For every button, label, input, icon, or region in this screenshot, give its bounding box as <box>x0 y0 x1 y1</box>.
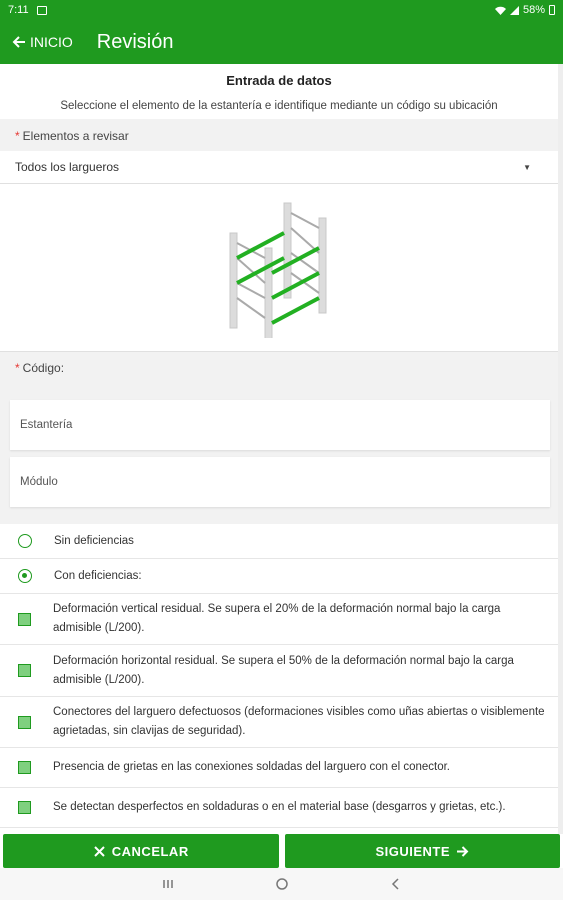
radio-with-deficiencies[interactable]: Con deficiencias: <box>0 559 558 594</box>
module-input[interactable]: Módulo <box>10 457 550 507</box>
radio-on-icon <box>18 569 32 583</box>
checkbox-icon <box>18 761 31 774</box>
checkbox-item[interactable]: Se detectan desperfectos en soldaduras o… <box>0 788 558 828</box>
rack-beam-image <box>229 202 327 338</box>
next-button[interactable]: SIGUIENTE <box>284 834 560 868</box>
cancel-button[interactable]: CANCELAR <box>3 834 279 868</box>
form-header: Entrada de datos Seleccione el elemento … <box>0 64 558 119</box>
battery-icon <box>549 5 555 15</box>
home-icon[interactable] <box>275 877 289 891</box>
wifi-icon <box>494 6 506 15</box>
elements-dropdown[interactable]: Todos los largueros ▼ <box>0 151 558 184</box>
close-icon <box>94 845 105 857</box>
dropdown-arrow-icon: ▼ <box>523 162 531 172</box>
checkbox-item[interactable]: Deformación vertical residual. Se supera… <box>0 594 558 645</box>
checkbox-label: Presencia de grietas en las conexiones s… <box>53 761 450 773</box>
elements-selected: Todos los largueros <box>15 160 120 174</box>
code-label: * Código: <box>0 352 558 382</box>
back-button[interactable]: INICIO <box>0 34 73 50</box>
status-time: 7:11 <box>8 4 29 16</box>
checkbox-label: Se detectan desperfectos en soldaduras o… <box>53 801 506 813</box>
checkbox-icon <box>18 715 31 729</box>
signal-icon <box>509 5 519 15</box>
radio-no-deficiencies[interactable]: Sin deficiencias <box>0 524 558 559</box>
checkbox-label: Conectores del larguero defectuosos (def… <box>53 706 545 737</box>
page-title: Revisión <box>96 30 174 53</box>
radio-label: Con deficiencias: <box>54 570 142 582</box>
recents-icon[interactable] <box>161 877 175 891</box>
elements-label: * Elementos a revisar <box>0 119 558 151</box>
form-title: Entrada de datos <box>226 73 332 88</box>
checkbox-label: Deformación horizontal residual. Se supe… <box>53 654 514 686</box>
scrollbar[interactable] <box>558 64 563 834</box>
checkbox-item[interactable]: Deformación horizontal residual. Se supe… <box>0 645 558 697</box>
system-nav-bar <box>0 868 563 900</box>
form-subtitle: Seleccione el elemento de la estantería … <box>60 100 498 112</box>
checkbox-item[interactable]: Conectores del larguero defectuosos (def… <box>0 697 558 748</box>
radio-off-icon <box>18 534 32 548</box>
checkbox-icon <box>18 664 31 677</box>
back-label: INICIO <box>30 34 73 50</box>
form-scroll[interactable]: Entrada de datos Seleccione el elemento … <box>0 64 563 834</box>
action-bar: CANCELAR SIGUIENTE <box>0 834 563 868</box>
back-icon[interactable] <box>389 877 403 891</box>
radio-label: Sin deficiencias <box>54 535 134 547</box>
checkbox-item[interactable]: Presencia de grietas en las conexiones s… <box>0 748 558 788</box>
battery-percent: 58% <box>522 4 545 16</box>
arrow-right-icon <box>457 845 469 857</box>
code-fields: Estantería Módulo <box>0 382 558 524</box>
arrow-left-icon <box>12 36 25 48</box>
rack-illustration <box>0 184 558 352</box>
checkbox-icon <box>18 801 31 814</box>
checkbox-icon <box>18 612 31 626</box>
status-bar: 7:11 58% <box>0 0 563 20</box>
rack-input[interactable]: Estantería <box>10 400 550 450</box>
checkbox-label: Deformación vertical residual. Se supera… <box>53 603 501 634</box>
notification-icon <box>36 5 47 15</box>
app-bar: INICIO Revisión <box>0 20 563 64</box>
